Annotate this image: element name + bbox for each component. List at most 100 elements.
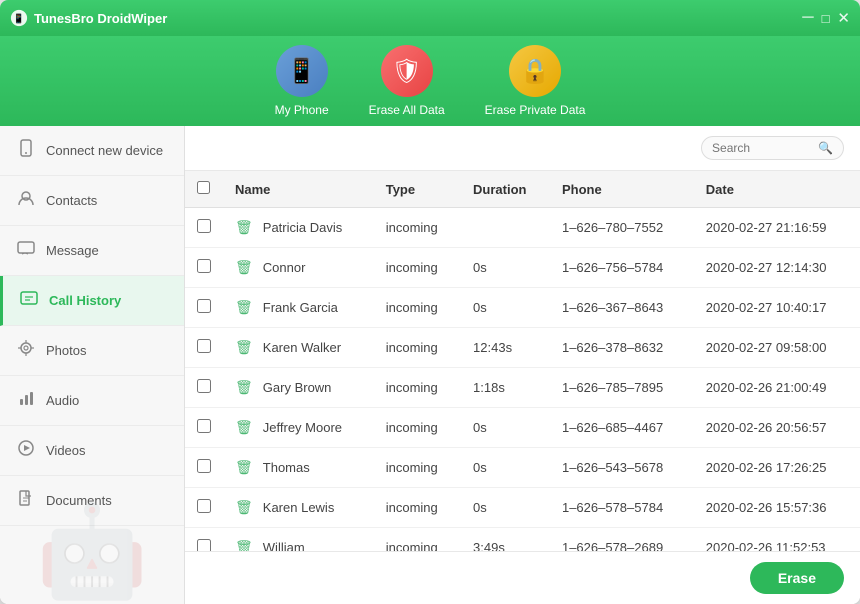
content-area: 🔍 Name Type Duration Phone <box>185 126 860 604</box>
row-checkbox-5[interactable] <box>197 419 211 433</box>
table-header-row: Name Type Duration Phone Date <box>185 171 860 208</box>
delete-icon-5[interactable]: 🗑 <box>235 419 253 436</box>
col-duration: Duration <box>461 171 550 208</box>
row-checkbox-cell <box>185 208 223 248</box>
erase-button[interactable]: Erase <box>750 562 844 594</box>
row-duration-5: 0s <box>461 408 550 448</box>
row-checkbox-cell <box>185 408 223 448</box>
row-checkbox-0[interactable] <box>197 219 211 233</box>
sidebar-item-call-history[interactable]: Call History <box>0 276 184 326</box>
select-all-checkbox[interactable] <box>197 181 210 194</box>
row-duration-8: 3:49s <box>461 528 550 552</box>
row-type-1: incoming <box>374 248 461 288</box>
row-name-6: 🗑 Thomas <box>223 448 374 488</box>
videos-icon <box>16 439 36 462</box>
app-header: 📱 My Phone 🛡 Erase All Data 🔒 Erase Priv… <box>0 36 860 126</box>
row-checkbox-1[interactable] <box>197 259 211 273</box>
row-name-7: 🗑 Karen Lewis <box>223 488 374 528</box>
table-row: 🗑 Frank Garcia incoming 0s 1–626–367–864… <box>185 288 860 328</box>
table-row: 🗑 Karen Walker incoming 12:43s 1–626–378… <box>185 328 860 368</box>
erase-all-icon: 🛡 <box>381 45 433 97</box>
row-type-7: incoming <box>374 488 461 528</box>
sidebar-item-audio-label: Audio <box>46 393 79 408</box>
delete-icon-4[interactable]: 🗑 <box>235 379 253 396</box>
row-checkbox-2[interactable] <box>197 299 211 313</box>
delete-icon-1[interactable]: 🗑 <box>235 259 253 276</box>
sidebar-item-audio[interactable]: Audio <box>0 376 184 426</box>
search-box: 🔍 <box>701 136 844 160</box>
sidebar-item-contacts[interactable]: Contacts <box>0 176 184 226</box>
delete-icon-2[interactable]: 🗑 <box>235 299 253 316</box>
nav-erase-private[interactable]: 🔒 Erase Private Data <box>485 45 586 117</box>
close-button[interactable]: ✕ <box>837 11 850 26</box>
delete-icon-3[interactable]: 🗑 <box>235 339 253 356</box>
row-name-0: 🗑 Patricia Davis <box>223 208 374 248</box>
row-phone-0: 1–626–780–7552 <box>550 208 694 248</box>
row-phone-5: 1–626–685–4467 <box>550 408 694 448</box>
svg-text:📱: 📱 <box>13 13 24 24</box>
minimize-button[interactable]: ─ <box>802 10 813 26</box>
delete-icon-8[interactable]: 🗑 <box>235 539 253 551</box>
table-row: 🗑 Patricia Davis incoming 1–626–780–7552… <box>185 208 860 248</box>
android-logo-decoration: 🤖 <box>36 499 148 604</box>
my-phone-icon: 📱 <box>276 45 328 97</box>
row-phone-2: 1–626–367–8643 <box>550 288 694 328</box>
row-duration-3: 12:43s <box>461 328 550 368</box>
sidebar-item-message[interactable]: Message <box>0 226 184 276</box>
table-row: 🗑 Thomas incoming 0s 1–626–543–5678 2020… <box>185 448 860 488</box>
row-date-8: 2020-02-26 11:52:53 <box>694 528 860 552</box>
row-checkbox-3[interactable] <box>197 339 211 353</box>
row-duration-2: 0s <box>461 288 550 328</box>
call-history-icon <box>19 289 39 312</box>
row-checkbox-cell <box>185 248 223 288</box>
title-bar-logo: 📱 TunesBro DroidWiper <box>10 9 802 27</box>
connect-icon <box>16 139 36 162</box>
delete-icon-0[interactable]: 🗑 <box>235 219 253 236</box>
row-date-5: 2020-02-26 20:56:57 <box>694 408 860 448</box>
app-window: 📱 TunesBro DroidWiper ─ □ ✕ 📱 My Phone 🛡… <box>0 0 860 604</box>
row-checkbox-cell <box>185 288 223 328</box>
row-checkbox-6[interactable] <box>197 459 211 473</box>
photos-icon <box>16 339 36 362</box>
row-checkbox-4[interactable] <box>197 379 211 393</box>
sidebar-item-connect[interactable]: Connect new device <box>0 126 184 176</box>
row-type-8: incoming <box>374 528 461 552</box>
table-row: 🗑 Gary Brown incoming 1:18s 1–626–785–78… <box>185 368 860 408</box>
sidebar-item-photos-label: Photos <box>46 343 86 358</box>
message-icon <box>16 239 36 262</box>
row-date-0: 2020-02-27 21:16:59 <box>694 208 860 248</box>
sidebar-item-videos[interactable]: Videos <box>0 426 184 476</box>
search-icon: 🔍 <box>818 141 833 155</box>
row-name-1: 🗑 Connor <box>223 248 374 288</box>
row-name-8: 🗑 William <box>223 528 374 552</box>
row-type-4: incoming <box>374 368 461 408</box>
sidebar-item-photos[interactable]: Photos <box>0 326 184 376</box>
col-name: Name <box>223 171 374 208</box>
delete-icon-6[interactable]: 🗑 <box>235 459 253 476</box>
row-checkbox-8[interactable] <box>197 539 211 551</box>
nav-my-phone[interactable]: 📱 My Phone <box>275 45 329 117</box>
maximize-button[interactable]: □ <box>822 12 830 25</box>
documents-icon <box>16 489 36 512</box>
app-body: Connect new device Contacts Message Call… <box>0 126 860 604</box>
app-title: TunesBro DroidWiper <box>34 11 167 26</box>
row-name-2: 🗑 Frank Garcia <box>223 288 374 328</box>
app-logo-icon: 📱 <box>10 9 28 27</box>
row-checkbox-cell <box>185 368 223 408</box>
sidebar: Connect new device Contacts Message Call… <box>0 126 185 604</box>
row-checkbox-cell <box>185 448 223 488</box>
sidebar-item-videos-label: Videos <box>46 443 86 458</box>
row-checkbox-7[interactable] <box>197 499 211 513</box>
row-type-5: incoming <box>374 408 461 448</box>
row-type-3: incoming <box>374 328 461 368</box>
erase-private-label: Erase Private Data <box>485 103 586 117</box>
nav-erase-all[interactable]: 🛡 Erase All Data <box>369 45 445 117</box>
row-phone-6: 1–626–543–5678 <box>550 448 694 488</box>
delete-icon-7[interactable]: 🗑 <box>235 499 253 516</box>
row-type-2: incoming <box>374 288 461 328</box>
my-phone-label: My Phone <box>275 103 329 117</box>
search-input[interactable] <box>712 141 812 155</box>
call-history-table-container[interactable]: Name Type Duration Phone Date 🗑 Patric <box>185 171 860 551</box>
row-date-3: 2020-02-27 09:58:00 <box>694 328 860 368</box>
row-phone-7: 1–626–578–5784 <box>550 488 694 528</box>
